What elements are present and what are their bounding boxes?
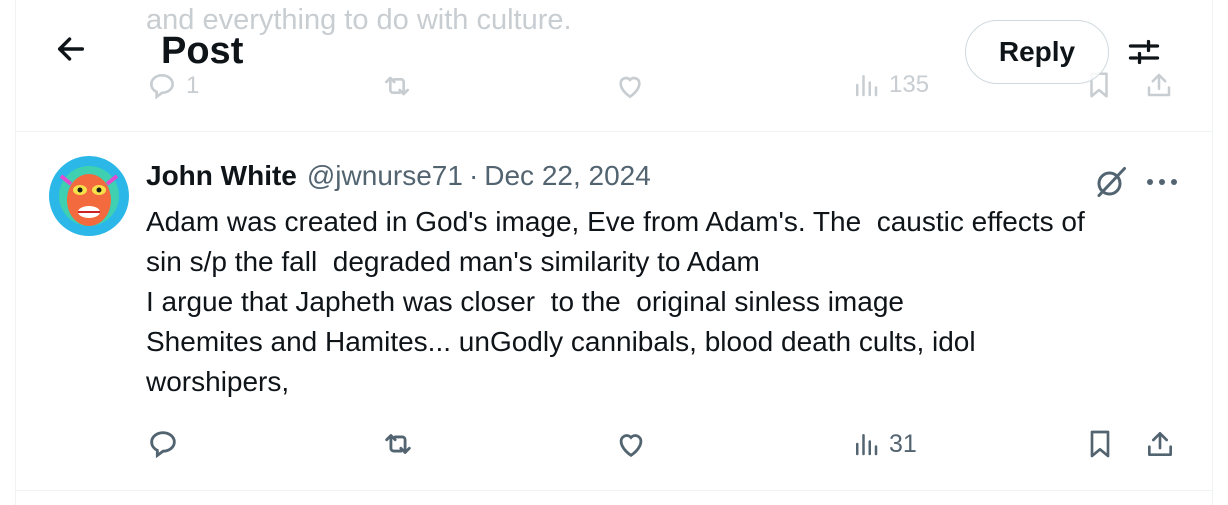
sliders-icon (1128, 39, 1160, 65)
post[interactable]: John White @jwnurse71 · Dec 22, 2024 Ada… (16, 132, 1212, 490)
avatar[interactable] (49, 156, 129, 236)
post-body-line: Shemites and Hamites... unGodly cannibal… (146, 326, 976, 357)
reply-action-button[interactable] (146, 422, 180, 466)
grok-button[interactable] (1091, 162, 1131, 202)
share-button[interactable] (1144, 422, 1176, 466)
back-button[interactable] (49, 27, 93, 71)
divider (16, 490, 1212, 491)
views-button[interactable]: 31 (851, 422, 917, 466)
view-count: 31 (889, 429, 917, 458)
heart-icon (619, 434, 643, 458)
post-body: Adam was created in God's image, Eve fro… (146, 202, 1186, 402)
grok-icon (1097, 167, 1126, 197)
bar-chart-icon (856, 434, 878, 456)
avatar-image (49, 156, 129, 236)
post-body-line: Adam was created in God's image, Eve fro… (146, 206, 1085, 237)
post-body-line: worshipers, (146, 366, 290, 397)
more-options-button[interactable] (1140, 162, 1184, 202)
post-meta: John White @jwnurse71 · Dec 22, 2024 (146, 160, 651, 192)
bookmark-button[interactable] (1084, 422, 1116, 466)
repost-button[interactable] (381, 422, 415, 466)
arrow-left-icon (57, 37, 85, 61)
author-handle[interactable]: @jwnurse71 (307, 160, 463, 192)
post-body-line: I argue that Japheth was closer to the o… (146, 286, 904, 317)
post-body-line: sin s/p the fall degraded man's similari… (146, 246, 760, 277)
like-button[interactable] (614, 422, 648, 466)
reply-icon (150, 431, 176, 459)
settings-button[interactable] (1122, 30, 1166, 74)
share-icon (1148, 432, 1172, 456)
author-name[interactable]: John White (146, 160, 297, 192)
repost-icon (385, 434, 411, 454)
bookmark-icon (1090, 430, 1110, 458)
post-actions: 31 (16, 422, 1212, 466)
more-horizontal-icon (1147, 179, 1177, 185)
post-header: Post Reply (16, 0, 1212, 110)
reply-button[interactable]: Reply (965, 20, 1109, 84)
post-date[interactable]: Dec 22, 2024 (484, 160, 651, 192)
meta-separator: · (468, 160, 479, 191)
page-title: Post (161, 30, 244, 72)
timeline-column: and everything to do with culture. 1 135… (15, 0, 1213, 505)
